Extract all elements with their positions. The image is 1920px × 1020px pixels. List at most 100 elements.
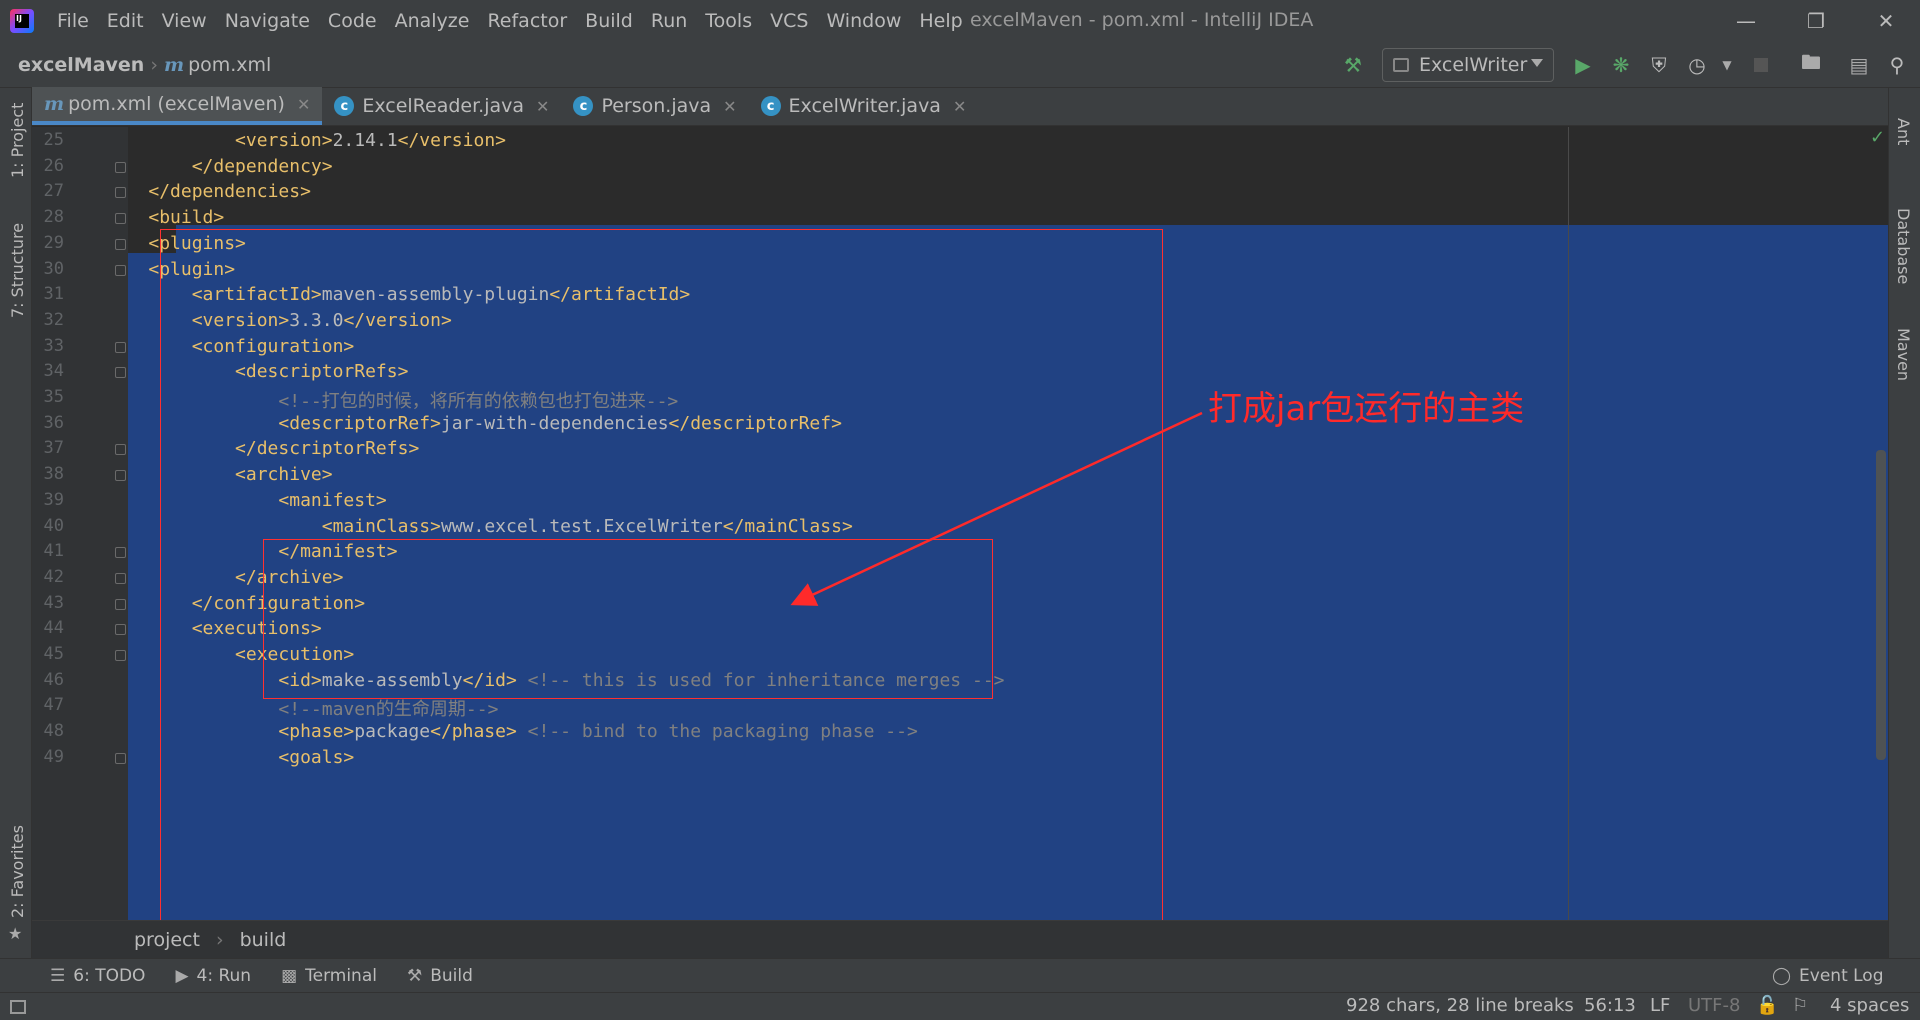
nav-file[interactable]: pom.xml: [188, 54, 271, 76]
run-config-label: ExcelWriter: [1419, 54, 1528, 76]
terminal-toolbar-icon[interactable]: ▤: [1846, 52, 1872, 78]
menu-view[interactable]: View: [153, 10, 216, 32]
star-icon: ★: [8, 924, 23, 943]
tool-build[interactable]: ⚒ Build: [407, 966, 473, 986]
inspection-ok-check-icon[interactable]: ✓: [1870, 127, 1885, 148]
menu-analyze[interactable]: Analyze: [386, 10, 479, 32]
status-encoding[interactable]: UTF-8: [1688, 995, 1740, 1016]
tool-run[interactable]: ▶ 4: Run: [175, 966, 251, 986]
maven-icon: m: [163, 53, 185, 76]
restore-button[interactable]: ❐: [1788, 0, 1844, 42]
coverage-shield-icon[interactable]: ⛨: [1646, 52, 1672, 78]
tab-excelwriter[interactable]: c ExcelWriter.java ✕: [749, 87, 979, 125]
close-icon[interactable]: ✕: [953, 97, 966, 116]
menu-help[interactable]: Help: [910, 10, 971, 32]
tool-terminal-label: Terminal: [305, 965, 377, 986]
close-icon[interactable]: ✕: [723, 97, 736, 116]
menu-vcs[interactable]: VCS: [761, 10, 817, 32]
close-icon[interactable]: ✕: [536, 97, 549, 116]
run-config-selector[interactable]: ExcelWriter: [1382, 48, 1554, 82]
menu-bar: IJ File Edit View Navigate Code Analyze …: [0, 0, 1920, 42]
run-config-icon: [1393, 58, 1409, 72]
tool-terminal[interactable]: ▩ Terminal: [281, 966, 377, 986]
close-window-button[interactable]: ✕: [1858, 0, 1914, 42]
line-number: 28: [43, 207, 64, 228]
menu-file[interactable]: File: [48, 10, 98, 32]
maven-icon: m: [44, 93, 65, 115]
event-log-button[interactable]: ◯ Event Log: [1772, 966, 1884, 986]
lock-icon[interactable]: 🔓: [1756, 995, 1778, 1016]
line-number: 35: [43, 387, 64, 407]
menu-run[interactable]: Run: [642, 10, 696, 32]
tool-maven[interactable]: Maven: [1894, 328, 1913, 381]
minimize-button[interactable]: —: [1718, 0, 1774, 42]
menu-build[interactable]: Build: [576, 10, 642, 32]
navigation-bar: excelMaven › m pom.xml ⚒ ExcelWriter ▶ ❋…: [0, 42, 1920, 88]
status-indent[interactable]: 4 spaces: [1830, 995, 1909, 1016]
class-icon: c: [573, 96, 594, 116]
menu-edit[interactable]: Edit: [98, 10, 153, 32]
search-icon[interactable]: ⚲: [1884, 52, 1910, 78]
tool-structure[interactable]: 7: Structure: [8, 223, 27, 318]
tab-excelreader[interactable]: c ExcelReader.java ✕: [322, 87, 561, 125]
status-caret-position[interactable]: 56:13: [1584, 995, 1636, 1016]
tool-run-label: 4: Run: [196, 965, 252, 986]
build-hammer-icon[interactable]: ⚒: [1340, 52, 1366, 78]
stop-icon[interactable]: [1748, 52, 1774, 78]
breadcrumb-project[interactable]: project: [134, 929, 200, 951]
debug-bug-icon[interactable]: ❋: [1608, 52, 1634, 78]
menu-tools[interactable]: Tools: [696, 10, 761, 32]
window-title: excelMaven - pom.xml - IntelliJ IDEA: [970, 9, 1314, 31]
terminal-icon: ▩: [281, 965, 298, 986]
status-bar: 928 chars, 28 line breaks 56:13 LF UTF-8…: [0, 992, 1920, 1020]
line-number: 48: [43, 721, 64, 742]
right-tool-strip: Ant Database Maven: [1888, 88, 1920, 988]
line-number: 41: [43, 541, 64, 562]
toggle-tool-windows-icon[interactable]: [10, 999, 26, 1014]
tool-project[interactable]: 1: Project: [8, 103, 27, 178]
line-number: 26: [43, 155, 64, 176]
breadcrumb-build[interactable]: build: [240, 929, 287, 951]
run-button[interactable]: ▶: [1570, 52, 1596, 78]
menu-navigate[interactable]: Navigate: [216, 10, 319, 32]
line-number: 45: [43, 644, 64, 664]
more-run-chevron-icon[interactable]: ▼: [1714, 52, 1740, 78]
tool-todo[interactable]: ☰ 6: TODO: [50, 966, 145, 986]
line-number: 43: [43, 592, 64, 613]
status-selection: 928 chars, 28 line breaks: [1346, 995, 1574, 1016]
list-icon: ☰: [50, 965, 66, 986]
menu-window[interactable]: Window: [817, 10, 910, 32]
tool-build-label: Build: [430, 965, 473, 986]
tab-person[interactable]: c Person.java ✕: [561, 87, 748, 125]
editor-scrollbar[interactable]: [1876, 450, 1886, 760]
line-number: 30: [43, 258, 64, 279]
tool-window-bar: ☰ 6: TODO ▶ 4: Run ▩ Terminal ⚒ Build ◯ Event…: [0, 958, 1920, 992]
close-icon[interactable]: ✕: [297, 95, 310, 114]
menu-code[interactable]: Code: [319, 10, 386, 32]
project-structure-icon[interactable]: 🖿: [1798, 50, 1824, 78]
line-number: 39: [43, 489, 64, 510]
code-editor[interactable]: 25 <version>2.14.1</version> 26 </depende…: [32, 127, 1888, 920]
menu-refactor[interactable]: Refactor: [478, 10, 576, 32]
line-number: 34: [43, 361, 64, 382]
class-icon: c: [760, 96, 781, 116]
profile-icon[interactable]: ◷: [1684, 52, 1710, 78]
intellij-logo-icon: IJ: [10, 9, 34, 33]
status-line-separator[interactable]: LF: [1650, 995, 1670, 1016]
chevron-right-icon: ›: [215, 928, 224, 951]
tool-favorites[interactable]: 2: Favorites: [8, 825, 27, 918]
chevron-right-icon: ›: [150, 53, 158, 76]
line-number: 31: [43, 284, 64, 305]
nav-project[interactable]: excelMaven: [18, 54, 144, 76]
line-number: 27: [43, 181, 64, 202]
line-number: 46: [43, 669, 64, 690]
tab-pom-xml[interactable]: m pom.xml (excelMaven) ✕: [32, 87, 323, 125]
class-icon: c: [334, 96, 355, 116]
code-line: </dependencies>: [148, 181, 311, 203]
tool-database[interactable]: Database: [1894, 208, 1913, 284]
inspector-icon[interactable]: ⚐: [1792, 995, 1808, 1016]
code-line: <version>2.14.1</version>: [235, 130, 506, 151]
left-tool-strip: 1: Project 7: Structure 2: Favorites ★: [0, 88, 32, 988]
line-number: 49: [43, 746, 64, 767]
tool-ant[interactable]: Ant: [1894, 118, 1913, 145]
